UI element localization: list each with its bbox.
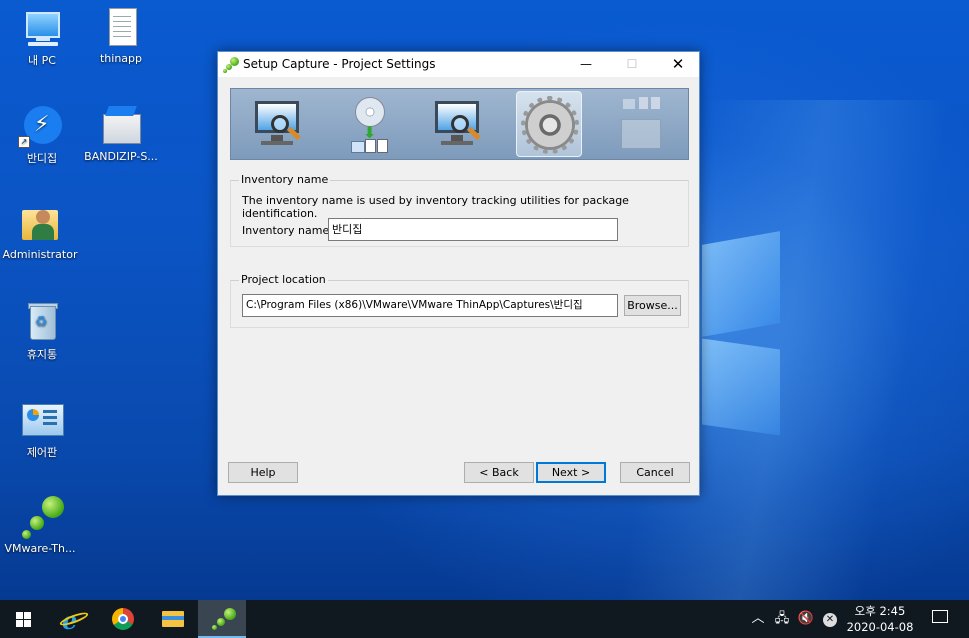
desktop-icon-bandizip-setup[interactable]: BANDIZIP-S... xyxy=(81,104,161,163)
desktop-icon-administrator[interactable]: Administrator xyxy=(0,202,80,261)
clock-date: 2020-04-08 xyxy=(846,620,914,634)
inventory-name-legend: Inventory name xyxy=(239,173,331,186)
user-folder-icon xyxy=(16,202,64,246)
wallpaper-window-pane xyxy=(702,338,780,436)
close-icon: ✕ xyxy=(671,55,685,73)
inventory-name-label: Inventory name: xyxy=(242,224,333,237)
step-install: ⬇ xyxy=(335,91,401,157)
desktop-icon-label: VMware-Th... xyxy=(4,542,76,555)
desktop-icon-bandizip-shortcut[interactable]: ⚡ ↗ 반디집 xyxy=(2,104,82,166)
setup-capture-dialog: Setup Capture - Project Settings — ☐ ✕ ⬇… xyxy=(217,51,700,496)
start-button[interactable] xyxy=(0,600,48,638)
document-icon xyxy=(97,6,145,50)
close-button[interactable]: ✕ xyxy=(655,52,701,77)
project-location-group: Project location C:\Program Files (x86)\… xyxy=(230,273,689,328)
dialog-titlebar[interactable]: Setup Capture - Project Settings — ☐ ✕ xyxy=(218,52,699,77)
bandizip-icon: ⚡ ↗ xyxy=(18,104,66,148)
clock-time: 오후 2:45 xyxy=(854,604,906,618)
wallpaper-window-pane xyxy=(702,231,780,337)
volume-button[interactable]: 🔇 xyxy=(796,600,816,638)
desktop-icon-vmware-thinapp[interactable]: VMware-Th... xyxy=(0,496,80,555)
taskbar-file-explorer[interactable] xyxy=(148,600,196,638)
desktop-icon-label: 내 PC xyxy=(28,54,56,67)
desktop-icon-label: thinapp xyxy=(99,52,143,65)
installer-box-icon xyxy=(97,104,145,148)
inventory-description: The inventory name is used by inventory … xyxy=(242,194,629,220)
project-location-input[interactable]: C:\Program Files (x86)\VMware\VMware Thi… xyxy=(242,294,618,317)
help-button[interactable]: Help xyxy=(228,462,298,483)
vmware-thinapp-icon xyxy=(16,496,64,540)
taskbar-thinapp-setup-capture[interactable] xyxy=(198,600,246,638)
desktop-icon-label: 휴지통 xyxy=(26,348,58,361)
dialog-title: Setup Capture - Project Settings xyxy=(243,57,436,71)
network-status-button[interactable]: 🖧 xyxy=(772,600,792,638)
taskbar-chrome[interactable] xyxy=(99,600,147,638)
step-postscan xyxy=(425,91,491,157)
maximize-icon: ☐ xyxy=(626,57,638,71)
next-button[interactable]: Next > xyxy=(536,462,606,483)
network-icon: 🖧 xyxy=(774,611,790,626)
inventory-name-group: Inventory name The inventory name is use… xyxy=(230,173,689,247)
desktop-icon-this-pc[interactable]: 내 PC xyxy=(2,6,82,68)
error-x-icon: ✕ xyxy=(823,613,837,627)
shortcut-arrow-icon: ↗ xyxy=(18,136,30,148)
control-panel-icon xyxy=(18,398,66,442)
project-location-legend: Project location xyxy=(239,273,328,286)
thinapp-app-icon xyxy=(223,57,239,73)
minimize-button[interactable]: — xyxy=(563,52,609,77)
inventory-name-input[interactable]: 반디집 xyxy=(328,218,618,241)
desktop-icon-label: 반디집 xyxy=(26,152,58,165)
action-center-button[interactable] xyxy=(928,600,952,638)
step-prescan xyxy=(245,91,311,157)
desktop-icon-thinapp[interactable]: thinapp xyxy=(81,6,161,65)
cancel-button[interactable]: Cancel xyxy=(620,462,690,483)
step-package xyxy=(607,91,673,157)
taskbar: e ︿ 🖧 🔇 ✕ 오후 2:45 2020-04-08 xyxy=(0,600,969,638)
desktop-icon-label: BANDIZIP-S... xyxy=(84,150,158,163)
volume-muted-icon: 🔇 xyxy=(797,611,815,626)
desktop-icon-recycle-bin[interactable]: ♻ 휴지통 xyxy=(2,300,82,362)
computer-icon xyxy=(18,6,66,50)
show-hidden-icons-button[interactable]: ︿ xyxy=(750,600,766,638)
recycle-bin-icon: ♻ xyxy=(18,300,66,344)
desktop-icon-control-panel[interactable]: 제어판 xyxy=(2,398,82,460)
tray-status-button[interactable]: ✕ xyxy=(820,600,840,638)
taskbar-clock[interactable]: 오후 2:45 2020-04-08 xyxy=(842,603,918,635)
browse-button[interactable]: Browse... xyxy=(624,295,681,316)
chevron-up-icon: ︿ xyxy=(751,611,765,626)
back-button[interactable]: < Back xyxy=(464,462,534,483)
taskbar-internet-explorer[interactable]: e xyxy=(50,600,98,638)
minimize-icon: — xyxy=(580,57,592,71)
desktop-icon-label: Administrator xyxy=(2,248,78,261)
desktop-icon-label: 제어판 xyxy=(26,446,58,459)
maximize-button: ☐ xyxy=(609,52,655,77)
notification-icon xyxy=(932,610,948,623)
step-settings-active xyxy=(516,91,582,157)
wizard-steps-banner: ⬇ xyxy=(230,88,689,160)
